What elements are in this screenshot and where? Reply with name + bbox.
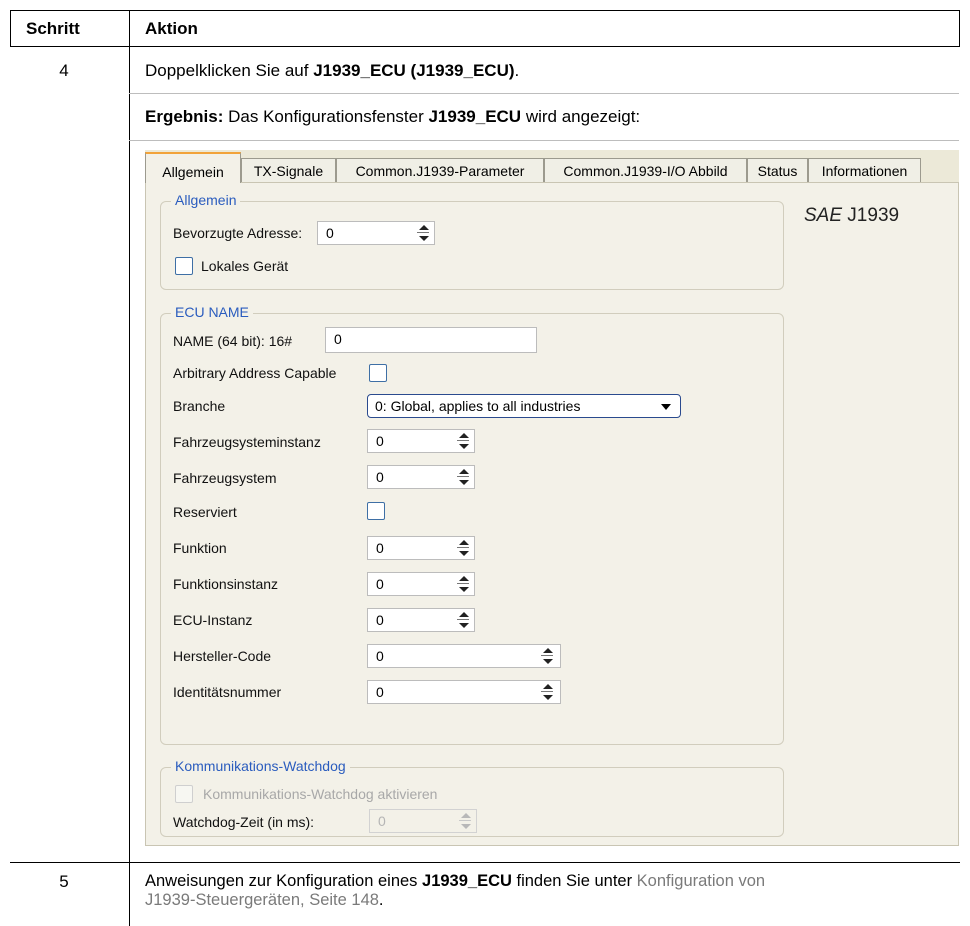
- reserved-label: Reserviert: [173, 504, 237, 520]
- industry-select[interactable]: 0: Global, applies to all industries: [367, 394, 681, 418]
- vehicle-system-instance-spinner[interactable]: [456, 430, 472, 452]
- step5-text: Anweisungen zur Konfiguration eines J193…: [145, 872, 945, 910]
- vehicle-system-instance-label: Fahrzeugsysteminstanz: [173, 434, 321, 450]
- name-64bit-label: NAME (64 bit): 16#: [173, 333, 293, 349]
- step5-text-c: .: [378, 891, 384, 909]
- instruction-line: Doppelklicken Sie auf J1939_ECU (J1939_E…: [145, 61, 519, 81]
- result-label: Ergebnis:: [145, 107, 224, 126]
- header-bottom-border: [10, 46, 960, 47]
- tab-tx-signale[interactable]: TX-Signale: [241, 158, 336, 182]
- local-device-checkbox[interactable]: [175, 257, 193, 275]
- row-separator: [129, 93, 959, 94]
- tab-common-io-abbild[interactable]: Common.J1939-I/O Abbild: [544, 158, 747, 182]
- function-instance-label: Funktionsinstanz: [173, 576, 279, 592]
- ecu-instance-label: ECU-Instanz: [173, 612, 253, 628]
- column-divider: [129, 10, 130, 926]
- j1939-ecu-config-window: Allgemein TX-Signale Common.J1939-Parame…: [145, 150, 959, 846]
- step-number-5: 5: [59, 872, 69, 891]
- step-number-4: 4: [59, 61, 69, 80]
- watchdog-group-title: Kommunikations-Watchdog: [171, 758, 350, 774]
- step5-bold: J1939_ECU: [422, 872, 512, 890]
- procedure-table: Schritt Aktion 4 Doppelklicken Sie auf J…: [0, 0, 970, 926]
- step5-text-b: finden Sie unter: [511, 872, 637, 890]
- result-text-a: Das Konfigurationsfenster: [223, 107, 429, 126]
- step5-text-a: Anweisungen zur Konfiguration eines: [145, 872, 423, 890]
- ecu-instance-spinner[interactable]: [456, 609, 472, 631]
- result-window-name: J1939_ECU: [428, 107, 522, 126]
- arbitrary-address-label: Arbitrary Address Capable: [173, 365, 337, 381]
- ecu-name-group: ECU NAME NAME (64 bit): 16# 0 Arbitrary …: [160, 304, 784, 745]
- manufacturer-code-input[interactable]: 0: [367, 644, 561, 668]
- ecu-name-group-title: ECU NAME: [171, 304, 253, 320]
- chevron-down-icon: [661, 404, 671, 410]
- industry-label: Branche: [173, 398, 226, 414]
- watchdog-enable-checkbox[interactable]: [175, 785, 193, 803]
- row-divider: [10, 862, 960, 863]
- instruction-text: Doppelklicken Sie auf: [145, 61, 314, 80]
- table-right-border: [959, 10, 960, 46]
- watchdog-group: Kommunikations-Watchdog Kommunikations-W…: [160, 758, 784, 837]
- function-label: Funktion: [173, 540, 227, 556]
- general-group: Allgemein Bevorzugte Adresse: 0 Lokales …: [160, 192, 784, 290]
- header-step: Schritt: [26, 19, 80, 38]
- arbitrary-address-checkbox[interactable]: [369, 364, 387, 382]
- vehicle-system-label: Fahrzeugsystem: [173, 470, 277, 486]
- function-spinner[interactable]: [456, 537, 472, 559]
- name-64bit-input[interactable]: 0: [325, 327, 537, 353]
- tab-status[interactable]: Status: [747, 158, 808, 182]
- table-left-border: [10, 10, 11, 46]
- result-text-b: wird angezeigt:: [521, 107, 641, 126]
- identity-number-input[interactable]: 0: [367, 680, 561, 704]
- identity-number-spinner[interactable]: [540, 681, 556, 703]
- header-action: Aktion: [145, 19, 198, 38]
- manufacturer-code-label: Hersteller-Code: [173, 648, 272, 664]
- sae-j1939-label: SAE J1939: [804, 205, 900, 226]
- table-top-border: [10, 10, 960, 11]
- reserved-checkbox[interactable]: [367, 502, 385, 520]
- function-instance-spinner[interactable]: [456, 573, 472, 595]
- local-device-label: Lokales Gerät: [201, 258, 289, 274]
- identity-number-label: Identitätsnummer: [173, 684, 282, 700]
- manufacturer-code-spinner[interactable]: [540, 645, 556, 667]
- watchdog-time-spinner[interactable]: [458, 810, 474, 832]
- tab-common-parameter[interactable]: Common.J1939-Parameter: [336, 158, 544, 182]
- tab-informationen[interactable]: Informationen: [808, 158, 921, 182]
- vehicle-system-spinner[interactable]: [456, 466, 472, 488]
- watchdog-time-label: Watchdog-Zeit (in ms):: [173, 814, 315, 830]
- watchdog-enable-label: Kommunikations-Watchdog aktivieren: [203, 786, 438, 802]
- tab-allgemein[interactable]: Allgemein: [145, 152, 241, 183]
- preferred-address-spinner[interactable]: [416, 222, 432, 244]
- instruction-target: J1939_ECU (J1939_ECU): [313, 61, 515, 80]
- row-separator: [129, 140, 959, 141]
- preferred-address-label: Bevorzugte Adresse:: [173, 225, 303, 241]
- tab-content-panel: SAE J1939 Allgemein Bevorzugte Adresse: …: [145, 182, 959, 846]
- result-line: Ergebnis: Das Konfigurationsfenster J193…: [145, 107, 640, 127]
- general-group-title: Allgemein: [171, 192, 241, 208]
- instruction-end: .: [514, 61, 520, 80]
